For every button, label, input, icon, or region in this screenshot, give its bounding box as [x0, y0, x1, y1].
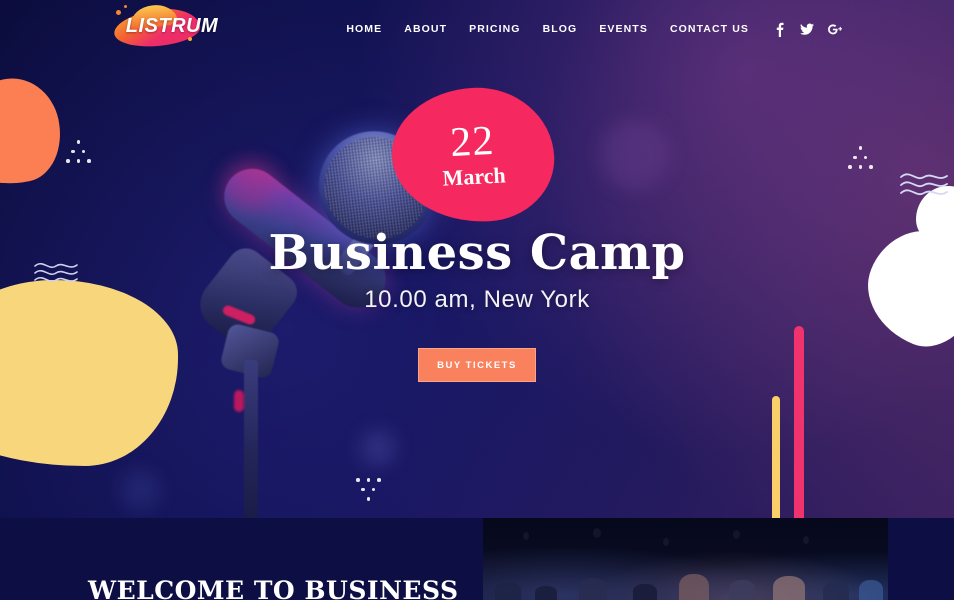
- twitter-icon[interactable]: [800, 21, 814, 37]
- nav-item-blog[interactable]: BLOG: [532, 23, 589, 35]
- site-header: LISTRUM HOME ABOUT PRICING BLOG EVENTS C…: [0, 0, 954, 58]
- nav-item-home[interactable]: HOME: [335, 23, 393, 35]
- nav-item-pricing[interactable]: PRICING: [458, 23, 531, 35]
- audience-crowd-photo: [483, 518, 888, 600]
- event-date-day: 22: [449, 117, 496, 167]
- nav-item-about[interactable]: ABOUT: [393, 23, 458, 35]
- hero-content: 22 March Business Camp 10.00 am, New Yor…: [0, 0, 954, 600]
- logo-spark-icon: [124, 5, 127, 8]
- main-navigation: HOME ABOUT PRICING BLOG EVENTS CONTACT U…: [335, 0, 842, 58]
- buy-tickets-button[interactable]: BUY TICKETS: [418, 348, 536, 382]
- welcome-heading: WELCOME TO BUSINESS: [88, 576, 459, 600]
- logo-spark-icon: [116, 10, 121, 15]
- site-logo[interactable]: LISTRUM: [112, 4, 224, 51]
- event-date-badge: 22 March: [388, 83, 558, 227]
- event-date-month: March: [441, 162, 507, 191]
- hero-subtitle: 10.00 am, New York: [364, 286, 590, 313]
- facebook-icon[interactable]: [772, 21, 786, 37]
- nav-item-contact-us[interactable]: CONTACT US: [659, 23, 760, 35]
- logo-text: LISTRUM: [125, 14, 219, 37]
- google-plus-icon[interactable]: [828, 21, 842, 37]
- hero-section: LISTRUM HOME ABOUT PRICING BLOG EVENTS C…: [0, 0, 954, 600]
- page-title: Business Camp: [268, 225, 686, 281]
- social-links: [772, 21, 842, 37]
- nav-item-events[interactable]: EVENTS: [588, 23, 659, 35]
- logo-spark-icon: [188, 37, 192, 41]
